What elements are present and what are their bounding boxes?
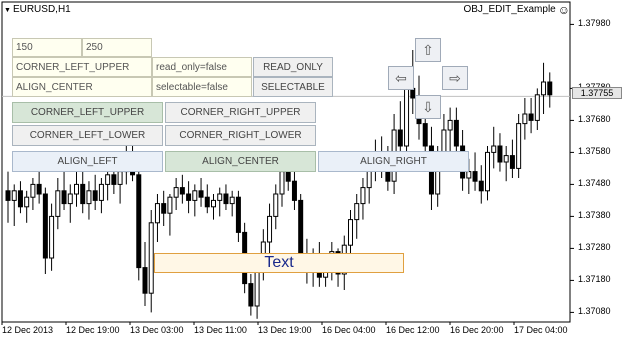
price-tick-label: 1.37980: [578, 18, 611, 29]
candle: [167, 194, 173, 236]
candle: [503, 146, 509, 182]
corner-right-upper-button[interactable]: CORNER_RIGHT_UPPER: [165, 102, 316, 123]
price-tick-label: 1.37180: [578, 274, 611, 285]
symbol-text: EURUSD,H1: [12, 4, 71, 15]
candle: [509, 139, 515, 178]
candle: [192, 184, 198, 217]
price-tick-label: 1.37580: [578, 146, 611, 157]
candle: [516, 114, 522, 178]
candle: [36, 171, 42, 204]
expert-name: OBJ_EDIT_Example: [463, 4, 556, 15]
candle: [142, 242, 148, 306]
candle: [485, 146, 490, 201]
expert-label: OBJ_EDIT_Example ☺: [463, 4, 570, 16]
time-tick-label: 12 Dec 2013: [2, 325, 54, 335]
symbol-label: ▼ EURUSD,H1: [4, 4, 71, 15]
align-center-button[interactable]: ALIGN_CENTER: [165, 151, 316, 172]
candle: [86, 181, 92, 220]
candle: [92, 174, 98, 210]
time-tick-label: 16 Dec 20:00: [450, 325, 504, 335]
candle: [528, 98, 534, 134]
corner-edit[interactable]: CORNER_LEFT_UPPER: [12, 57, 152, 77]
candle: [235, 190, 241, 242]
candle: [42, 187, 48, 274]
candle: [547, 72, 553, 108]
time-tick-label: 12 Dec 19:00: [66, 325, 120, 335]
read-only-button[interactable]: READ_ONLY: [253, 57, 333, 77]
arrow-right-icon[interactable]: ⇨: [442, 66, 468, 90]
candle: [11, 184, 17, 226]
candle: [49, 203, 55, 271]
price-tick-label: 1.37280: [578, 242, 611, 253]
chevron-down-icon[interactable]: ▼: [4, 7, 11, 14]
align-left-button[interactable]: ALIGN_LEFT: [12, 151, 163, 172]
current-price-label: 1.37755: [572, 87, 622, 99]
candle: [98, 178, 104, 214]
arrow-left-icon[interactable]: ⇦: [388, 66, 414, 90]
time-tick-label: 13 Dec 03:00: [130, 325, 184, 335]
candle: [154, 194, 160, 242]
price-tick-label: 1.37080: [578, 306, 611, 317]
time-tick-label: 13 Dec 19:00: [258, 325, 312, 335]
time-tick-label: 16 Dec 12:00: [386, 325, 440, 335]
chart-window[interactable]: { "chart": { "symbol": "EURUSD,H1", "exp…: [0, 0, 622, 338]
candle: [522, 98, 528, 140]
candle: [61, 171, 67, 210]
candle: [354, 194, 360, 239]
candle: [273, 184, 279, 230]
candle: [67, 184, 73, 223]
candle: [80, 171, 86, 214]
corner-left-upper-button[interactable]: CORNER_LEFT_UPPER: [12, 102, 163, 123]
x-distance-edit[interactable]: 150: [12, 38, 82, 57]
candle: [541, 62, 547, 114]
candle: [360, 178, 366, 220]
price-tick-label: 1.37480: [578, 178, 611, 189]
align-right-button[interactable]: ALIGN_RIGHT: [318, 151, 469, 172]
time-tick-label: 13 Dec 11:00: [194, 325, 247, 335]
candle: [217, 187, 223, 217]
candle: [267, 203, 273, 255]
candle: [179, 174, 185, 204]
time-tick-label: 16 Dec 04:00: [322, 325, 376, 335]
corner-left-lower-button[interactable]: CORNER_LEFT_LOWER: [12, 125, 163, 146]
candle: [5, 171, 11, 223]
candle: [472, 152, 478, 191]
candle: [447, 107, 453, 153]
y-distance-edit[interactable]: 250: [82, 38, 152, 57]
candle: [186, 181, 192, 214]
time-tick-label: 17 Dec 04:00: [514, 325, 568, 335]
candle: [497, 133, 503, 172]
align-edit[interactable]: ALIGN_CENTER: [12, 77, 152, 97]
candle: [198, 178, 204, 207]
candle: [534, 88, 540, 130]
read-only-edit[interactable]: read_only=false: [152, 57, 252, 77]
text-edit-field[interactable]: Text: [154, 253, 404, 273]
candle: [24, 190, 30, 223]
candle: [204, 184, 210, 214]
candle: [229, 190, 235, 217]
candle: [136, 165, 142, 281]
candle: [478, 165, 484, 204]
candle: [148, 210, 154, 313]
candle: [161, 190, 167, 226]
candle: [248, 274, 254, 316]
selectable-edit[interactable]: selectable=false: [152, 77, 252, 97]
candle: [55, 178, 61, 230]
candle: [173, 178, 179, 210]
candle: [17, 181, 23, 214]
smiley-icon[interactable]: ☺: [558, 4, 570, 16]
price-tick-label: 1.37380: [578, 210, 611, 221]
corner-right-lower-button[interactable]: CORNER_RIGHT_LOWER: [165, 125, 316, 146]
candle: [74, 171, 79, 207]
candle: [30, 178, 36, 210]
candle: [223, 184, 229, 210]
candle: [211, 194, 216, 220]
selectable-button[interactable]: SELECTABLE: [253, 77, 333, 97]
arrow-up-icon[interactable]: ⇧: [415, 38, 441, 62]
price-tick-label: 1.37680: [578, 114, 611, 125]
candle: [491, 126, 497, 169]
arrow-down-icon[interactable]: ⇩: [415, 95, 441, 119]
